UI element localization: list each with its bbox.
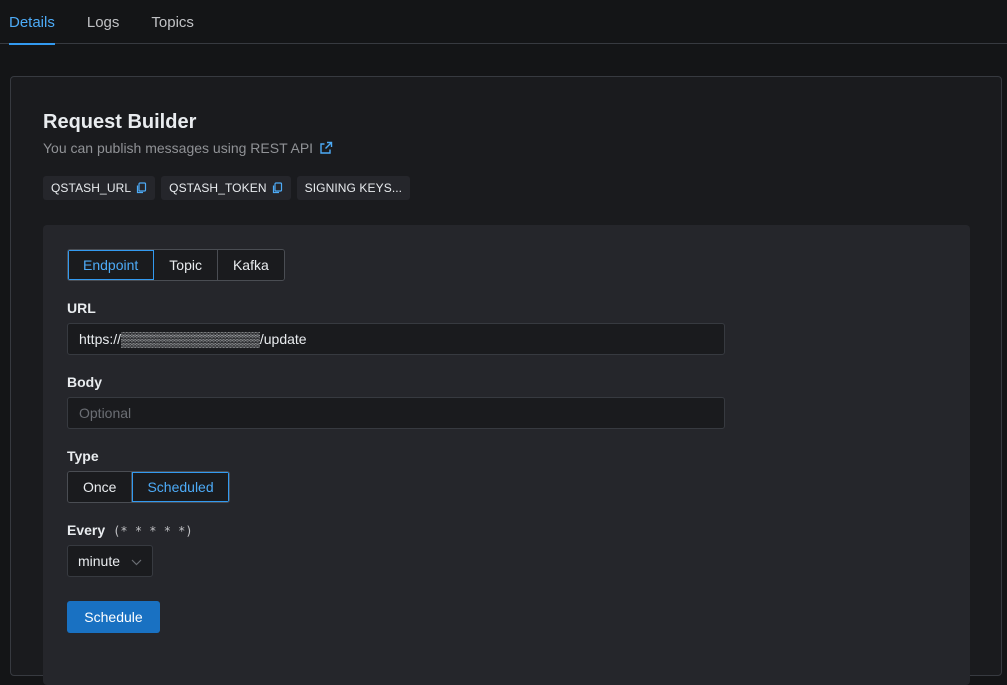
url-label: URL bbox=[67, 300, 96, 316]
tab-details[interactable]: Details bbox=[9, 0, 55, 45]
signing-keys-chip[interactable]: SIGNING KEYS... bbox=[296, 176, 411, 200]
qstash-token-label: QSTASH_TOKEN bbox=[169, 181, 267, 195]
cron-hint: (* * * * *) bbox=[113, 524, 193, 538]
schedule-type-segmented: Once Scheduled bbox=[67, 471, 230, 503]
tab-kafka[interactable]: Kafka bbox=[217, 250, 284, 280]
tab-topics[interactable]: Topics bbox=[151, 0, 194, 44]
body-label: Body bbox=[67, 374, 102, 390]
every-select[interactable]: minute bbox=[67, 545, 153, 577]
qstash-url-label: QSTASH_URL bbox=[51, 181, 132, 195]
type-label: Type bbox=[67, 448, 99, 464]
target-type-segmented: Endpoint Topic Kafka bbox=[67, 249, 285, 281]
copy-icon[interactable] bbox=[136, 182, 147, 194]
url-input[interactable]: https://▒▒▒▒▒▒▒▒▒▒▒▒▒▒/update bbox=[67, 323, 725, 355]
every-label-row: Every (* * * * *) bbox=[67, 522, 193, 538]
tab-topic[interactable]: Topic bbox=[154, 250, 218, 280]
every-label: Every bbox=[67, 522, 106, 538]
body-placeholder: Optional bbox=[79, 405, 132, 421]
request-builder-card: Request Builder You can publish messages… bbox=[10, 76, 1002, 685]
subtitle-text: You can publish messages using REST API bbox=[43, 140, 314, 156]
chevron-down-icon bbox=[131, 553, 142, 569]
external-link-icon[interactable] bbox=[319, 141, 333, 155]
tab-endpoint[interactable]: Endpoint bbox=[68, 250, 155, 280]
key-chips: QSTASH_URL QSTASH_TOKEN SIGNING KEYS... bbox=[43, 176, 416, 200]
page-title: Request Builder bbox=[43, 111, 197, 133]
request-form-panel: Endpoint Topic Kafka URL https://▒▒▒▒▒▒▒… bbox=[43, 225, 970, 685]
url-value: https://▒▒▒▒▒▒▒▒▒▒▒▒▒▒/update bbox=[79, 331, 307, 347]
signing-keys-label: SIGNING KEYS... bbox=[304, 181, 403, 195]
copy-icon[interactable] bbox=[272, 182, 283, 194]
type-once[interactable]: Once bbox=[68, 472, 133, 502]
body-input[interactable]: Optional bbox=[67, 397, 725, 429]
subtitle: You can publish messages using REST API bbox=[43, 140, 333, 156]
tab-logs[interactable]: Logs bbox=[87, 0, 120, 44]
main-tabs: Details Logs Topics bbox=[0, 0, 1007, 45]
type-scheduled[interactable]: Scheduled bbox=[132, 472, 229, 502]
qstash-token-chip[interactable]: QSTASH_TOKEN bbox=[161, 176, 291, 200]
qstash-url-chip[interactable]: QSTASH_URL bbox=[43, 176, 156, 200]
every-value: minute bbox=[78, 553, 121, 569]
schedule-button[interactable]: Schedule bbox=[67, 601, 160, 633]
